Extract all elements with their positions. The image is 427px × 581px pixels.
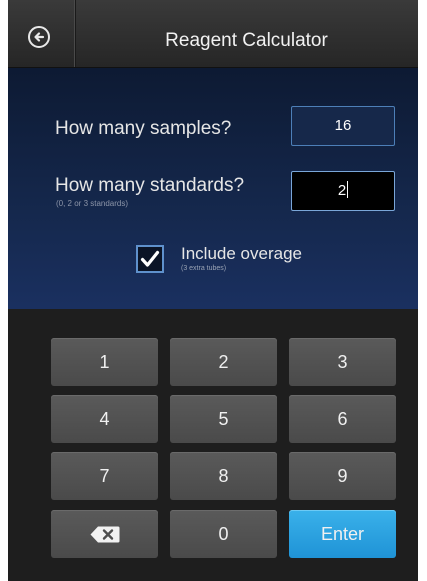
standards-hint: (0, 2 or 3 standards) xyxy=(56,199,129,208)
reagent-calculator-screen: Reagent Calculator How many samples? 16 … xyxy=(8,0,418,581)
key-0[interactable]: 0 xyxy=(170,510,277,558)
overage-label: Include overage xyxy=(181,244,302,263)
key-2[interactable]: 2 xyxy=(170,338,277,386)
backspace-icon xyxy=(90,526,120,543)
back-button[interactable] xyxy=(8,0,76,67)
key-1[interactable]: 1 xyxy=(51,338,158,386)
standards-label: How many standards? xyxy=(55,175,245,196)
backspace-button[interactable] xyxy=(51,510,158,558)
enter-button[interactable]: Enter xyxy=(289,510,396,558)
key-5[interactable]: 5 xyxy=(170,395,277,443)
samples-value: 16 xyxy=(334,117,352,134)
key-8[interactable]: 8 xyxy=(170,452,277,500)
page-title: Reagent Calculator xyxy=(165,30,328,51)
standards-value: 2 xyxy=(337,182,347,199)
text-caret xyxy=(347,181,349,199)
back-arrow-icon xyxy=(28,26,50,48)
key-4[interactable]: 4 xyxy=(51,395,158,443)
key-7[interactable]: 7 xyxy=(51,452,158,500)
samples-label: How many samples? xyxy=(55,118,232,139)
key-6[interactable]: 6 xyxy=(289,395,396,443)
numeric-keypad: 1 2 3 4 5 6 7 8 9 0 Enter xyxy=(8,309,418,581)
overage-hint: (3 extra tubes) xyxy=(181,265,227,272)
overage-checkbox[interactable] xyxy=(136,245,164,273)
key-3[interactable]: 3 xyxy=(289,338,396,386)
checkmark-icon xyxy=(140,250,160,267)
key-9[interactable]: 9 xyxy=(289,452,396,500)
standards-input[interactable]: 2 xyxy=(291,171,395,211)
header-bar: Reagent Calculator xyxy=(8,0,418,68)
samples-input[interactable]: 16 xyxy=(291,106,395,146)
form-panel: How many samples? 16 How many standards?… xyxy=(8,68,418,309)
